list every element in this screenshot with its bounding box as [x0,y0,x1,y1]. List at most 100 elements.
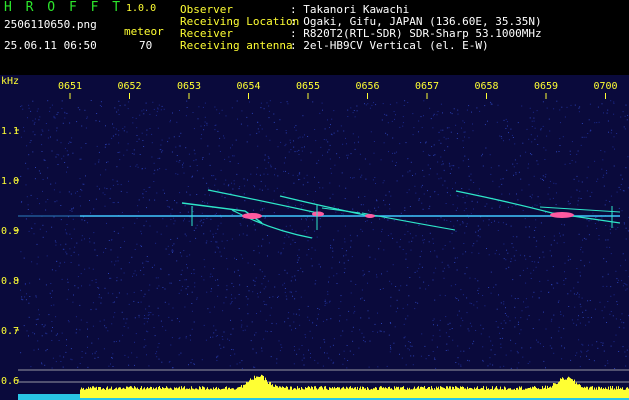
noise-dot [93,242,95,244]
noise-dot [615,228,617,230]
noise-dot [137,205,139,207]
noise-dot [236,259,237,260]
noise-dot [326,302,328,304]
noise-bar [571,378,572,398]
noise-dot [563,279,565,281]
noise-dot [156,111,158,113]
noise-dot [182,164,183,166]
noise-dot [580,144,582,146]
noise-dot [453,247,455,249]
noise-dot [525,258,527,260]
noise-dot [286,272,288,274]
noise-dot [174,220,176,222]
noise-dot [465,251,467,253]
noise-dot [354,310,356,312]
noise-dot [477,193,479,195]
noise-dot [184,233,186,235]
noise-bar [544,387,545,398]
noise-bar [197,389,198,398]
noise-dot [190,362,192,364]
noise-dot [526,128,528,130]
noise-dot [587,317,589,318]
noise-dot [148,199,150,201]
noise-bar [259,377,260,398]
noise-dot [587,166,589,168]
noise-dot [308,349,309,351]
noise-dot [276,129,278,130]
noise-dot [207,145,209,147]
noise-dot [552,197,554,199]
noise-dot [33,233,35,235]
noise-dot [158,343,160,344]
noise-bar [496,386,497,398]
noise-dot [498,253,500,255]
noise-dot [191,176,193,178]
noise-bar [356,389,357,398]
noise-dot [404,345,406,347]
noise-dot [110,249,112,251]
noise-dot [312,337,313,339]
noise-dot [273,212,275,214]
noise-dot [540,222,542,224]
noise-dot [293,321,295,323]
noise-dot [62,122,64,124]
noise-dot [99,120,101,122]
noise-dot [232,328,234,330]
noise-dot [120,247,122,248]
noise-dot [330,247,332,249]
noise-dot [482,346,484,348]
noise-dot [405,142,407,144]
noise-dot [158,104,160,106]
noise-dot [181,285,183,287]
noise-dot [294,275,296,277]
noise-bar [462,386,463,398]
noise-dot [66,112,68,114]
noise-dot [293,182,295,184]
noise-dot [264,159,266,161]
noise-dot [433,272,435,274]
noise-dot [538,319,540,321]
noise-dot [469,322,471,324]
noise-dot [556,192,557,194]
noise-dot [80,158,82,160]
noise-dot [530,272,532,274]
noise-bar [213,387,214,398]
noise-dot [525,282,527,284]
noise-dot [377,206,379,208]
noise-dot [219,137,221,139]
noise-dot [595,217,597,218]
noise-dot [134,222,136,224]
noise-dot [231,107,233,109]
noise-dot [372,179,374,181]
noise-dot [379,289,381,290]
noise-dot [352,340,354,342]
noise-dot [113,301,115,303]
noise-dot [79,304,81,306]
noise-dot [434,250,436,252]
noise-bar [218,387,219,398]
noise-dot [558,151,560,152]
noise-dot [206,240,208,242]
noise-dot [303,177,305,179]
noise-dot [513,166,515,168]
noise-dot [505,118,507,120]
noise-dot [77,287,79,289]
noise-dot [80,205,81,207]
noise-dot [396,299,398,301]
noise-dot [596,341,598,343]
noise-dot [362,270,364,272]
noise-dot [353,177,355,179]
noise-dot [191,310,193,312]
noise-dot [445,350,447,351]
noise-dot [112,135,114,137]
noise-bar [337,387,338,398]
noise-dot [542,101,544,103]
noise-dot [225,296,227,298]
noise-dot [579,322,581,324]
noise-dot [173,223,175,225]
noise-bar [133,388,134,398]
noise-dot [344,238,346,240]
noise-dot [625,289,627,291]
noise-dot [53,189,55,191]
noise-bar [493,389,494,398]
